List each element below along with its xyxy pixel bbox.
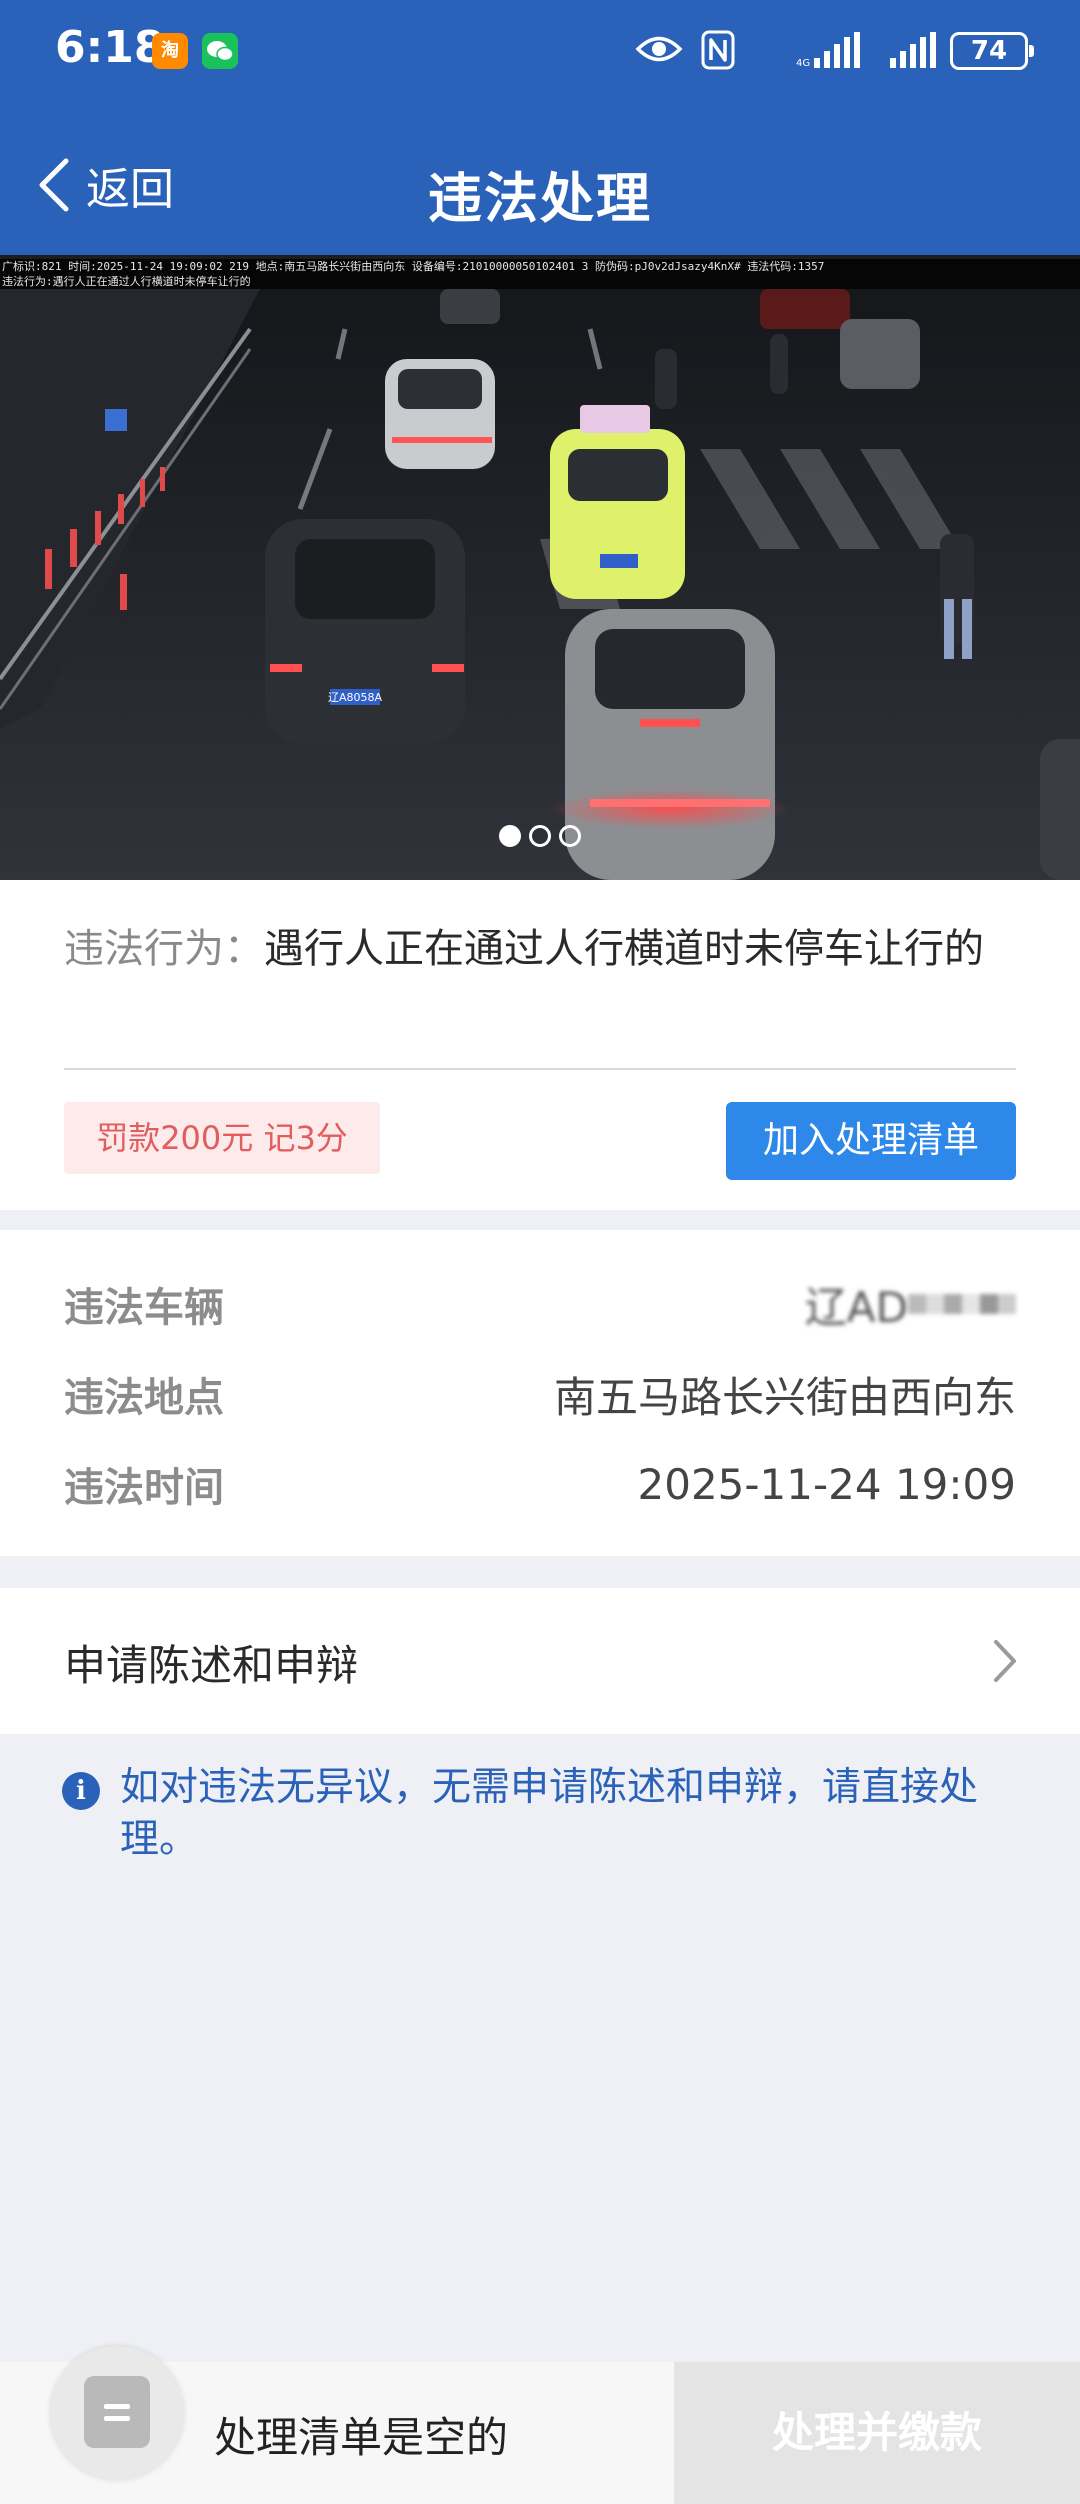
vehicle-label: 违法车辆 xyxy=(64,1285,224,1331)
appeal-row[interactable]: 申请陈述和申辩 xyxy=(0,1588,1080,1734)
add-to-list-button[interactable]: 加入处理清单 xyxy=(726,1102,1016,1180)
carousel-dot[interactable] xyxy=(529,825,551,847)
status-time: 6:18 xyxy=(55,22,165,73)
signal-icon: 4G xyxy=(796,32,860,68)
process-and-pay-button[interactable]: 处理并缴款 xyxy=(674,2362,1080,2504)
violation-details-card: 违法车辆 辽AD 违法地点 南五马路长兴街由西向东 违法时间 2025-11-2… xyxy=(0,1230,1080,1556)
nfc-icon xyxy=(701,30,735,70)
photo-caption: 广标识:821 时间:2025-11-24 19:09:02 219 地点:南五… xyxy=(0,259,1080,293)
carousel-dot[interactable] xyxy=(499,825,521,847)
violation-behavior-card: 违法行为：遇行人正在通过人行横道时未停车让行的 罚款200元 记3分 加入处理清… xyxy=(0,880,1080,1210)
violation-behavior-label: 违法行为： xyxy=(64,926,264,972)
signal-icon xyxy=(890,32,936,68)
info-icon: i xyxy=(62,1772,100,1810)
violation-behavior: 违法行为：遇行人正在通过人行横道时未停车让行的 xyxy=(64,922,1024,976)
eye-icon xyxy=(635,36,683,62)
violation-photo-carousel[interactable]: 广标识:821 时间:2025-11-24 19:09:02 219 地点:南五… xyxy=(0,255,1080,880)
violation-behavior-text: 遇行人正在通过人行横道时未停车让行的 xyxy=(264,926,984,972)
status-bar: 6:18 淘 4G 74 xyxy=(0,0,1080,100)
info-text: 如对违法无异议，无需申请陈述和申辩，请直接处理。 xyxy=(120,1765,979,1862)
time-value: 2025-11-24 19:09 xyxy=(637,1459,1016,1509)
page-title: 违法处理 xyxy=(428,167,652,230)
photo-caption-line2: 违法行为:遇行人正在通过人行横道时未停车让行的 xyxy=(2,275,251,288)
vehicle-plate-visible: 辽AD xyxy=(804,1282,908,1332)
penalty-badge: 罚款200元 记3分 xyxy=(64,1102,380,1174)
chevron-right-icon xyxy=(994,1640,1016,1682)
taobao-icon: 淘 xyxy=(152,33,188,69)
detail-row-time: 违法时间 2025-11-24 19:09 xyxy=(64,1454,1016,1514)
app-header: 6:18 淘 4G 74 返回 违法处理 xyxy=(0,0,1080,255)
wechat-icon xyxy=(202,33,238,69)
carousel-dot[interactable] xyxy=(559,825,581,847)
traffic-camera-image: 辽A8058A xyxy=(0,289,1080,880)
vehicle-plate-obscured: 辽AD xyxy=(805,1279,1016,1332)
photo-caption-line1: 广标识:821 时间:2025-11-24 19:09:02 219 地点:南五… xyxy=(2,260,825,273)
time-label: 违法时间 xyxy=(64,1465,224,1511)
location-value: 南五马路长兴街由西向东 xyxy=(553,1372,1016,1422)
nav-bar: 返回 违法处理 xyxy=(0,140,1080,230)
battery-icon: 74 xyxy=(950,32,1034,70)
scene-plate-text: 辽A8058A xyxy=(328,691,383,704)
detail-row-vehicle: 违法车辆 辽AD xyxy=(64,1274,1016,1334)
svg-text:4G: 4G xyxy=(796,58,810,68)
empty-list-text: 处理清单是空的 xyxy=(214,2413,509,2462)
location-label: 违法地点 xyxy=(64,1375,224,1421)
carousel-dots[interactable] xyxy=(0,825,1080,847)
list-icon xyxy=(84,2376,150,2448)
status-icons: 4G 74 xyxy=(608,28,1034,72)
divider xyxy=(64,1068,1016,1070)
appeal-label: 申请陈述和申辩 xyxy=(64,1641,359,1690)
process-list-button[interactable] xyxy=(50,2346,184,2480)
detail-row-location: 违法地点 南五马路长兴街由西向东 xyxy=(64,1364,1016,1424)
